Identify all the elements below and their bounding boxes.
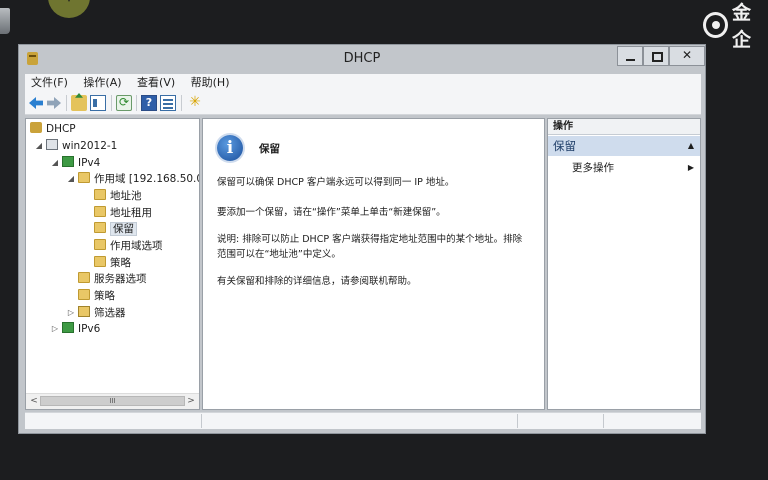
recycle-bin-icon[interactable]: 站: [0, 4, 12, 38]
watermark: 金企: [703, 2, 768, 51]
collapse-arrow-icon[interactable]: ◢: [50, 155, 60, 171]
add-reservation-text: 要添加一个保留，请在“操作”菜单上单击“新建保留”。: [217, 207, 446, 218]
recycle-bin-label: 站: [0, 52, 10, 67]
tree-node-ipv6[interactable]: ▷ IPv6: [52, 321, 100, 337]
toolbar-separator: [66, 95, 67, 111]
actions-pane: 操作 保留 ▲ 更多操作 ▶: [547, 118, 701, 410]
tree-node-server-options[interactable]: 服务器选项: [78, 271, 147, 287]
tree-node-ipv4[interactable]: ◢ IPv4: [52, 155, 100, 171]
maximize-button[interactable]: [643, 46, 669, 66]
help-icon[interactable]: [141, 95, 157, 111]
up-one-level-icon[interactable]: [71, 95, 87, 111]
expand-arrow-icon[interactable]: ▷: [66, 305, 76, 321]
status-divider: [201, 414, 202, 428]
server-options-icon: [78, 272, 90, 283]
toolbar: [25, 92, 701, 115]
policies-icon: [94, 256, 106, 267]
watermark-logo-icon: [703, 12, 728, 38]
window-title: DHCP: [343, 51, 381, 66]
tree-node-win2012-1[interactable]: ◢ win2012-1: [36, 138, 117, 154]
scope-folder-icon: [78, 172, 90, 183]
pane-heading: 保留: [259, 143, 280, 155]
new-reservation-icon[interactable]: [187, 95, 203, 111]
ipv6-icon: [62, 322, 74, 333]
description-text: 保留可以确保 DHCP 客户端永远可以得到同一 IP 地址。: [217, 177, 455, 188]
tree-node-policies[interactable]: 策略: [78, 288, 115, 304]
address-leases-icon: [94, 206, 106, 217]
close-button[interactable]: ✕: [669, 46, 705, 66]
expand-arrow-icon[interactable]: ▷: [50, 321, 60, 337]
actions-section-title: 保留: [553, 139, 576, 153]
menu-view[interactable]: 查看(V): [131, 74, 181, 92]
tree-node-scope-policies[interactable]: 策略: [94, 255, 131, 271]
menu-file[interactable]: 文件(F): [25, 74, 74, 92]
collapse-arrow-icon[interactable]: ◢: [66, 171, 76, 187]
tree-horizontal-scrollbar[interactable]: < III >: [26, 393, 199, 409]
back-arrow-icon[interactable]: [28, 95, 44, 111]
desktop-app-icon[interactable]: [48, 0, 90, 18]
tree-node-address-leases[interactable]: 地址租用: [94, 205, 152, 221]
tree-node-scope[interactable]: ◢ 作用域 [192.168.50.0]: [68, 171, 199, 187]
exclusion-note-text: 说明: 排除可以防止 DHCP 客户端获得指定地址范围中的某个地址。排除范围可以…: [217, 234, 523, 260]
collapse-arrow-icon[interactable]: ◢: [34, 138, 44, 154]
title-bar[interactable]: DHCP ✕: [19, 45, 705, 73]
toolbar-separator: [181, 95, 182, 111]
more-actions-item[interactable]: 更多操作: [572, 160, 614, 176]
scroll-right-icon[interactable]: >: [185, 395, 197, 407]
address-pool-icon: [94, 189, 106, 200]
filters-icon: [78, 306, 90, 317]
help-reference-text: 有关保留和排除的详细信息，请参阅联机帮助。: [217, 276, 417, 287]
tree-node-address-pool[interactable]: 地址池: [94, 188, 142, 204]
reservations-icon: [94, 222, 106, 233]
status-divider: [603, 414, 604, 428]
minimize-button[interactable]: [617, 46, 643, 66]
submenu-arrow-icon: ▶: [687, 163, 694, 172]
scope-options-icon: [94, 239, 106, 250]
ipv4-icon: [62, 156, 74, 167]
show-hide-console-tree-icon[interactable]: [90, 95, 106, 111]
status-bar: [25, 412, 701, 429]
menu-action[interactable]: 操作(A): [77, 74, 127, 92]
tree-node-filters[interactable]: ▷ 筛选器: [68, 305, 126, 321]
scrollbar-thumb[interactable]: III: [40, 396, 185, 406]
menu-help[interactable]: 帮助(H): [185, 74, 236, 92]
collapse-section-icon[interactable]: ▲: [688, 136, 694, 156]
scroll-left-icon[interactable]: <: [28, 395, 40, 407]
refresh-icon[interactable]: [116, 95, 132, 111]
server-icon: [46, 139, 58, 150]
menu-bar: 文件(F) 操作(A) 查看(V) 帮助(H): [25, 74, 701, 92]
actions-section-reservations[interactable]: 保留 ▲: [548, 136, 700, 156]
watermark-text: 金企: [731, 2, 751, 51]
toolbar-separator: [111, 95, 112, 111]
results-pane: 保留 保留可以确保 DHCP 客户端永远可以得到同一 IP 地址。 要添加一个保…: [202, 118, 545, 410]
trash-can-icon: [0, 8, 10, 34]
info-icon: [217, 135, 243, 161]
properties-icon[interactable]: [160, 95, 176, 111]
tree-node-scope-options[interactable]: 作用域选项: [94, 238, 163, 254]
console-tree[interactable]: DHCP ◢ win2012-1 ◢ IPv4 ◢ 作用域 [192.168.5…: [25, 118, 200, 410]
toolbar-separator: [136, 95, 137, 111]
status-divider: [517, 414, 518, 428]
dhcp-window: DHCP ✕ 文件(F) 操作(A) 查看(V) 帮助(H) DHCP ◢ wi…: [18, 44, 706, 434]
dhcp-icon: [30, 122, 42, 133]
actions-header: 操作: [548, 119, 700, 135]
forward-arrow-icon[interactable]: [46, 95, 62, 111]
policies-icon: [78, 289, 90, 300]
tree-node-reservations[interactable]: 保留: [94, 221, 137, 237]
tree-node-dhcp[interactable]: DHCP: [30, 121, 76, 137]
